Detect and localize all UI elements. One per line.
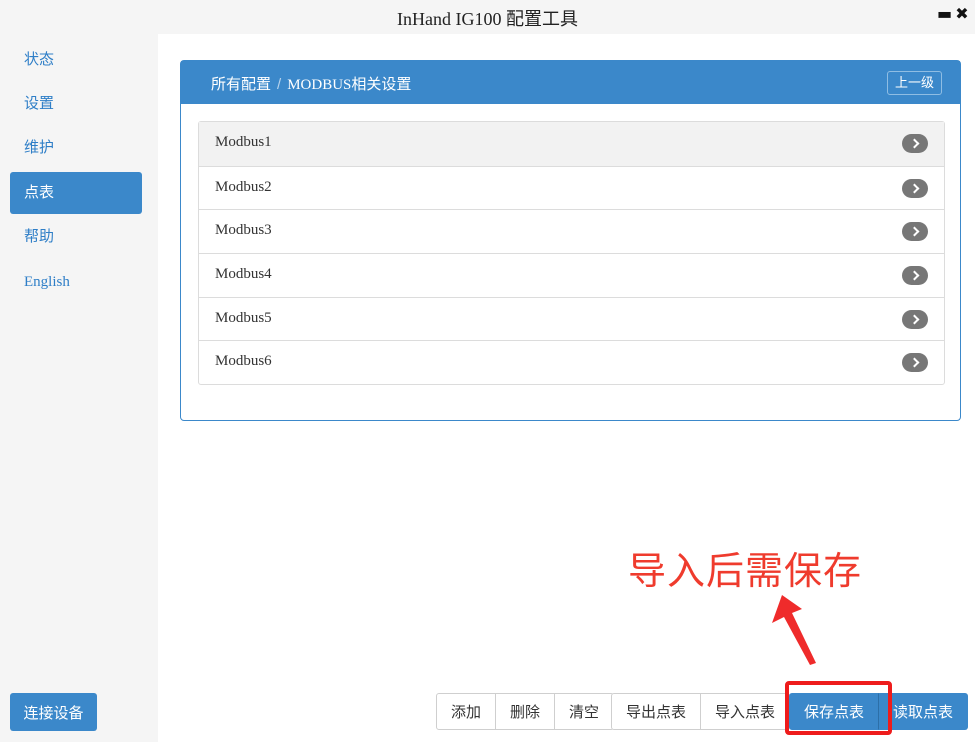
- window-title: InHand IG100 配置工具: [397, 9, 578, 29]
- list-item-label: Modbus2: [215, 178, 272, 195]
- add-button[interactable]: 添加: [436, 693, 497, 730]
- import-table-button[interactable]: 导入点表: [700, 693, 791, 730]
- read-table-button[interactable]: 读取点表: [878, 693, 969, 730]
- list-item[interactable]: Modbus3: [199, 209, 944, 253]
- close-icon[interactable]: ✖: [955, 4, 969, 23]
- sidebar-item-maintenance[interactable]: 维护: [10, 127, 142, 169]
- sidebar-item-english[interactable]: English: [10, 261, 142, 303]
- delete-button[interactable]: 删除: [495, 693, 556, 730]
- sidebar-item-point-table[interactable]: 点表: [10, 172, 142, 214]
- breadcrumb-root[interactable]: 所有配置: [211, 76, 271, 93]
- list-item[interactable]: Modbus6: [199, 340, 944, 384]
- chevron-right-icon[interactable]: [902, 178, 928, 198]
- clear-button[interactable]: 清空: [554, 693, 615, 730]
- sidebar-item-settings[interactable]: 设置: [10, 83, 142, 125]
- sidebar-item-status[interactable]: 状态: [10, 39, 142, 81]
- breadcrumb-separator: /: [277, 76, 282, 93]
- list-item-label: Modbus5: [215, 309, 272, 326]
- config-panel: 所有配置 / MODBUS相关设置 上一级 Modbus1 Modbus2 Modb…: [180, 60, 961, 421]
- annotation-text: 导入后需保存: [628, 549, 863, 593]
- panel-header: 所有配置 / MODBUS相关设置 上一级: [181, 61, 960, 104]
- chevron-right-icon[interactable]: [902, 309, 928, 329]
- list-item-label: Modbus4: [215, 266, 272, 283]
- device-button-group: 保存点表 读取点表: [789, 693, 969, 730]
- chevron-right-icon[interactable]: [902, 353, 928, 373]
- list-item-label: Modbus1: [215, 134, 272, 150]
- list-item[interactable]: Modbus5: [199, 296, 944, 341]
- connect-device-button[interactable]: 连接设备: [10, 693, 97, 731]
- title-bar: InHand IG100 配置工具 ▬ ✖: [0, 0, 975, 34]
- chevron-right-icon[interactable]: [902, 134, 928, 153]
- chevron-right-icon[interactable]: [902, 266, 928, 286]
- list-item[interactable]: Modbus1: [199, 122, 944, 166]
- breadcrumb: 所有配置 / MODBUS相关设置: [211, 73, 411, 94]
- sidebar-item-help[interactable]: 帮助: [10, 216, 142, 258]
- chevron-right-icon[interactable]: [902, 222, 928, 242]
- sidebar: 状态 设置 维护 点表 帮助 English 连接设备: [0, 34, 158, 742]
- edit-button-group: 添加 删除 清空: [436, 693, 615, 730]
- breadcrumb-current: MODBUS相关设置: [287, 77, 412, 93]
- annotation-arrow-icon: [772, 595, 816, 665]
- export-table-button[interactable]: 导出点表: [611, 693, 702, 730]
- list-item-label: Modbus3: [215, 222, 272, 239]
- save-table-button[interactable]: 保存点表: [789, 693, 880, 730]
- list-item[interactable]: Modbus4: [199, 253, 944, 297]
- window-controls: ▬ ✖: [937, 4, 969, 23]
- list-item-label: Modbus6: [215, 353, 272, 370]
- up-level-button[interactable]: 上一级: [886, 71, 942, 95]
- minimize-icon[interactable]: ▬: [937, 4, 952, 23]
- io-button-group: 导出点表 导入点表: [611, 693, 791, 730]
- modbus-list: Modbus1 Modbus2 Modbus3 Modbus4 Modbus5 …: [198, 121, 945, 386]
- list-item[interactable]: Modbus2: [199, 165, 944, 210]
